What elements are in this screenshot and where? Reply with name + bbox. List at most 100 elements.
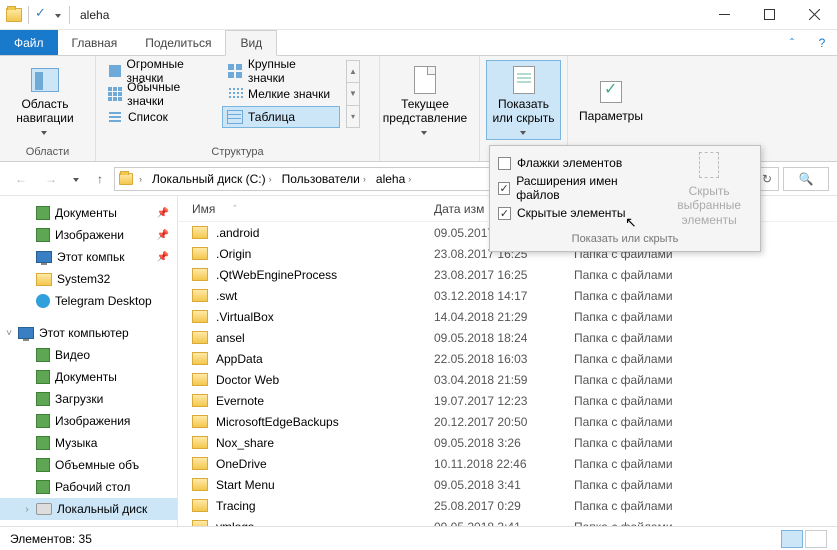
file-row[interactable]: vmlogs 09.05.2018 3:41 Папка с файлами: [178, 516, 837, 526]
forward-button[interactable]: →: [38, 166, 64, 192]
lib-icon: [36, 458, 50, 472]
breadcrumb[interactable]: Пользователи›: [278, 168, 370, 190]
nav-quick-item[interactable]: System32: [0, 268, 177, 290]
file-row[interactable]: ansel 09.05.2018 18:24 Папка с файлами: [178, 327, 837, 348]
large-icons-view-button[interactable]: [805, 530, 827, 548]
file-row[interactable]: .VirtualBox 14.04.2018 21:29 Папка с фай…: [178, 306, 837, 327]
file-row[interactable]: MicrosoftEdgeBackups 20.12.2017 20:50 Па…: [178, 411, 837, 432]
maximize-button[interactable]: [747, 0, 792, 30]
nav-quick-item[interactable]: Изображени 📌: [0, 224, 177, 246]
lib-icon: [36, 480, 50, 494]
close-button[interactable]: [792, 0, 837, 30]
small-icons-icon: [227, 86, 243, 102]
folder-icon: [192, 226, 208, 239]
folder-icon: [192, 478, 208, 491]
file-row[interactable]: .swt 03.12.2018 14:17 Папка с файлами: [178, 285, 837, 306]
details-view-button[interactable]: [781, 530, 803, 548]
chevron-down-icon: [520, 128, 528, 136]
nav-quick-item[interactable]: Документы 📌: [0, 202, 177, 224]
tab-file[interactable]: Файл: [0, 30, 58, 55]
nav-pc-child[interactable]: Музыка: [0, 432, 177, 454]
layout-large[interactable]: Крупные значки: [222, 60, 340, 82]
properties-icon[interactable]: [35, 8, 49, 22]
nav-quick-item[interactable]: Telegram Desktop: [0, 290, 177, 312]
item-count-label: Элементов:: [10, 532, 75, 546]
nav-pane-label: Область навигации: [7, 98, 83, 126]
scroll-down-icon[interactable]: ▼: [347, 83, 359, 105]
layout-table[interactable]: Таблица: [222, 106, 340, 128]
breadcrumb[interactable]: aleha›: [372, 168, 415, 190]
nav-this-pc[interactable]: ˅ Этот компьютер: [0, 322, 177, 344]
folder-icon: [192, 352, 208, 365]
folder-icon: [192, 247, 208, 260]
checkbox-flags[interactable]: Флажки элементов: [498, 156, 654, 170]
history-dropdown[interactable]: [68, 166, 86, 192]
nav-pc-child[interactable]: › Локальный диск: [0, 498, 177, 520]
nav-pc-child[interactable]: Загрузки: [0, 388, 177, 410]
breadcrumb[interactable]: Локальный диск (C:)›: [148, 168, 276, 190]
ribbon-collapse-icon[interactable]: ˆ: [777, 30, 807, 55]
folder-icon: [192, 415, 208, 428]
pin-icon: 📌: [157, 208, 169, 219]
nav-pc-child[interactable]: Рабочий стол: [0, 476, 177, 498]
scroll-more-icon[interactable]: ▾: [347, 106, 359, 127]
col-name[interactable]: Имяˆ: [178, 202, 434, 216]
window-controls: [702, 0, 837, 30]
refresh-icon[interactable]: ↻: [762, 172, 772, 186]
pc-icon: [36, 251, 52, 263]
file-row[interactable]: OneDrive 10.11.2018 22:46 Папка с файлам…: [178, 453, 837, 474]
search-box[interactable]: 🔍: [783, 167, 829, 191]
lib-icon: [36, 228, 50, 242]
navigation-pane-button[interactable]: Область навигации: [6, 60, 84, 140]
file-row[interactable]: Nox_share 09.05.2018 3:26 Папка с файлам…: [178, 432, 837, 453]
qat-dropdown-icon[interactable]: [55, 11, 63, 19]
file-row[interactable]: Tracing 25.08.2017 0:29 Папка с файлами: [178, 495, 837, 516]
lib-icon: [36, 436, 50, 450]
checkbox-ext[interactable]: ✓ Расширения имен файлов: [498, 174, 654, 202]
checkbox-hidden[interactable]: ✓ Скрытые элементы: [498, 206, 654, 220]
folder-icon: [192, 394, 208, 407]
layout-small[interactable]: Мелкие значки: [222, 83, 340, 105]
file-row[interactable]: .QtWebEngineProcess 23.08.2017 16:25 Пап…: [178, 264, 837, 285]
expand-icon[interactable]: ›: [22, 504, 32, 515]
quick-access-toolbar: [0, 6, 70, 24]
tab-view[interactable]: Вид: [225, 30, 277, 56]
file-row[interactable]: Doctor Web 03.04.2018 21:59 Папка с файл…: [178, 369, 837, 390]
pc-icon: [18, 327, 34, 339]
options-button[interactable]: Параметры: [574, 60, 648, 140]
lib-icon: [36, 206, 50, 220]
file-row[interactable]: Start Menu 09.05.2018 3:41 Папка с файла…: [178, 474, 837, 495]
group-label-panes: Области: [0, 146, 95, 161]
layout-options: Огромные значки Крупные значки Обычные з…: [102, 60, 340, 128]
collapse-icon[interactable]: ˅: [4, 328, 14, 339]
minimize-button[interactable]: [702, 0, 747, 30]
app-folder-icon: [6, 8, 22, 22]
show-hide-button[interactable]: Показать или скрыть: [486, 60, 561, 140]
nav-pc-child[interactable]: Документы: [0, 366, 177, 388]
file-row[interactable]: Evernote 19.07.2017 12:23 Папка с файлам…: [178, 390, 837, 411]
separator: [28, 6, 29, 24]
layout-huge[interactable]: Огромные значки: [102, 60, 220, 82]
up-button[interactable]: ↑: [90, 166, 110, 192]
popup-footer: Показать или скрыть: [496, 227, 754, 245]
current-view-button[interactable]: Текущее представление: [386, 60, 464, 140]
lib-icon: [36, 348, 50, 362]
nav-pc-child[interactable]: Изображения: [0, 410, 177, 432]
checkbox-icon: ✓: [498, 207, 511, 220]
folder-icon: [192, 436, 208, 449]
breadcrumb-root[interactable]: ›: [135, 168, 146, 190]
item-count: 35: [79, 532, 92, 546]
tab-home[interactable]: Главная: [58, 30, 132, 55]
window-title: aleha: [70, 8, 109, 22]
layout-list[interactable]: Список: [102, 106, 220, 128]
file-row[interactable]: AppData 22.05.2018 16:03 Папка с файлами: [178, 348, 837, 369]
folder-icon: [192, 289, 208, 302]
layout-medium[interactable]: Обычные значки: [102, 83, 220, 105]
nav-pc-child[interactable]: Видео: [0, 344, 177, 366]
help-icon[interactable]: ?: [807, 30, 837, 55]
back-button[interactable]: ←: [8, 166, 34, 192]
tab-share[interactable]: Поделиться: [131, 30, 225, 55]
nav-pc-child[interactable]: Объемные объ: [0, 454, 177, 476]
nav-quick-item[interactable]: Этот компьк 📌: [0, 246, 177, 268]
scroll-up-icon[interactable]: ▲: [347, 61, 359, 83]
